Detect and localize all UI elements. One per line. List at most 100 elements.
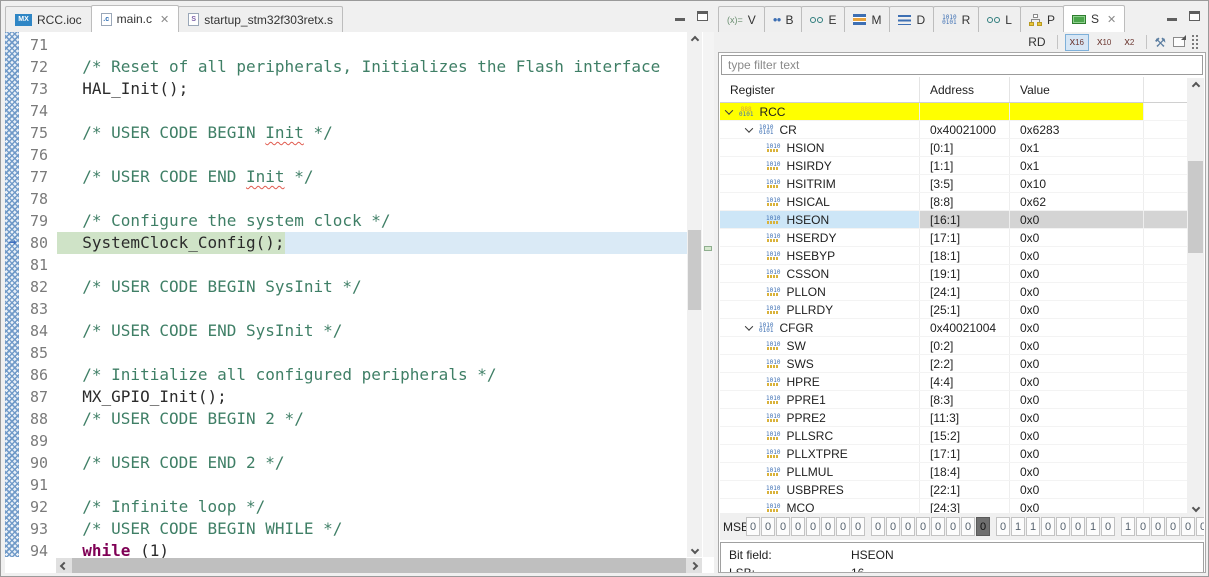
radix-x10-button[interactable]: x10	[1092, 34, 1116, 51]
bit-box[interactable]: 0	[916, 517, 930, 536]
code-line-91[interactable]: 91	[5, 474, 687, 496]
tab-l[interactable]: L	[978, 6, 1021, 32]
current-line-marker[interactable]	[704, 246, 712, 251]
bit-box[interactable]: 0	[946, 517, 960, 536]
sfr-row-CR[interactable]: 10100101CR0x400210000x6283	[720, 121, 1187, 139]
sfr-row-RCC[interactable]: 8880101RCC	[720, 103, 1187, 121]
bit-box[interactable]: 1	[1026, 517, 1040, 536]
sfr-row-HSICAL[interactable]: 1010HSICAL[8:8]0x62	[720, 193, 1187, 211]
bit-box[interactable]: 0	[1136, 517, 1150, 536]
sfr-row-SW[interactable]: 1010SW[0:2]0x0	[720, 337, 1187, 355]
bit-box[interactable]: 0	[1071, 517, 1085, 536]
scrollbar-thumb[interactable]	[688, 230, 701, 310]
code-line-93[interactable]: 93 /* USER CODE BEGIN WHILE */	[5, 518, 687, 540]
line-number[interactable]: 77	[19, 166, 57, 188]
chevron-down-icon[interactable]	[745, 124, 753, 132]
sfr-row-PLLXTPRE[interactable]: 1010PLLXTPRE[17:1]0x0	[720, 445, 1187, 463]
tab-b[interactable]: ●●B	[764, 6, 803, 32]
bit-box[interactable]: 0	[961, 517, 975, 536]
code-line-89[interactable]: 89	[5, 430, 687, 452]
bit-box[interactable]: 0	[821, 517, 835, 536]
line-number[interactable]: 73	[19, 78, 57, 100]
minimize-icon[interactable]	[1167, 12, 1177, 21]
view-menu-icon[interactable]	[1192, 35, 1198, 49]
code-line-80[interactable]: 80 SystemClock_Config();→	[5, 232, 687, 254]
bit-box[interactable]: 1	[1086, 517, 1100, 536]
bit-box[interactable]: 0	[791, 517, 805, 536]
line-number[interactable]: 86	[19, 364, 57, 386]
overview-ruler[interactable]	[703, 32, 714, 557]
bit-box[interactable]: 0	[871, 517, 885, 536]
export-icon[interactable]	[1173, 37, 1185, 47]
line-number[interactable]: 83	[19, 298, 57, 320]
sfr-row-HSITRIM[interactable]: 1010HSITRIM[3:5]0x10	[720, 175, 1187, 193]
bit-box[interactable]: 0	[806, 517, 820, 536]
close-icon[interactable]: ✕	[1107, 13, 1116, 26]
bit-box[interactable]: 0	[776, 517, 790, 536]
tab-rcc.ioc[interactable]: MXRCC.ioc	[5, 6, 92, 32]
line-number[interactable]: 74	[19, 100, 57, 122]
minimize-icon[interactable]	[675, 12, 685, 21]
line-number[interactable]: 93	[19, 518, 57, 540]
tab-s[interactable]: S✕	[1063, 5, 1125, 32]
scroll-right-icon[interactable]	[686, 558, 702, 573]
bit-box[interactable]: 0	[1166, 517, 1180, 536]
sfr-row-PLLMUL[interactable]: 1010PLLMUL[18:4]0x0	[720, 463, 1187, 481]
sfr-row-HSEBYP[interactable]: 1010HSEBYP[18:1]0x0	[720, 247, 1187, 265]
bit-box[interactable]: 0	[931, 517, 945, 536]
code-line-81[interactable]: 81	[5, 254, 687, 276]
line-number[interactable]: 78	[19, 188, 57, 210]
line-number[interactable]: 92	[19, 496, 57, 518]
sfr-row-HSIRDY[interactable]: 1010HSIRDY[1:1]0x1	[720, 157, 1187, 175]
sfr-row-PPRE2[interactable]: 1010PPRE2[11:3]0x0	[720, 409, 1187, 427]
bit-box[interactable]: 1	[1121, 517, 1135, 536]
sfr-row-HSERDY[interactable]: 1010HSERDY[17:1]0x0	[720, 229, 1187, 247]
tab-p[interactable]: P	[1020, 6, 1064, 32]
tab-m[interactable]: M	[844, 6, 890, 32]
column-header-address[interactable]: Address	[920, 77, 1010, 102]
tab-main.c[interactable]: .cmain.c✕	[91, 5, 180, 32]
sfr-row-PLLSRC[interactable]: 1010PLLSRC[15:2]0x0	[720, 427, 1187, 445]
line-number[interactable]: 88	[19, 408, 57, 430]
scroll-down-icon[interactable]	[687, 542, 702, 557]
column-header-value[interactable]: Value	[1010, 77, 1144, 102]
bit-box[interactable]: 0	[886, 517, 900, 536]
line-number[interactable]: 71	[19, 34, 57, 56]
line-number[interactable]: 89	[19, 430, 57, 452]
tab-v[interactable]: (x)=V	[718, 6, 765, 32]
scroll-up-icon[interactable]	[1187, 78, 1204, 93]
code-line-71[interactable]: 71	[5, 34, 687, 56]
bit-box[interactable]: 0	[761, 517, 775, 536]
code-line-86[interactable]: 86 /* Initialize all configured peripher…	[5, 364, 687, 386]
line-number[interactable]: 91	[19, 474, 57, 496]
radix-x16-button[interactable]: x16	[1065, 34, 1089, 51]
line-number[interactable]: 79	[19, 210, 57, 232]
sfr-vertical-scrollbar[interactable]	[1187, 78, 1204, 515]
close-icon[interactable]: ✕	[160, 13, 169, 26]
bit-box[interactable]: 0	[1151, 517, 1165, 536]
tab-d[interactable]: D	[889, 6, 934, 32]
line-number[interactable]: 90	[19, 452, 57, 474]
line-number[interactable]: 76	[19, 144, 57, 166]
line-number[interactable]: 72	[19, 56, 57, 78]
sfr-row-SWS[interactable]: 1010SWS[2:2]0x0	[720, 355, 1187, 373]
sfr-row-PLLON[interactable]: 1010PLLON[24:1]0x0	[720, 283, 1187, 301]
code-line-83[interactable]: 83	[5, 298, 687, 320]
code-line-79[interactable]: 79 /* Configure the system clock */	[5, 210, 687, 232]
code-editor[interactable]: 7172 /* Reset of all peripherals, Initia…	[5, 32, 714, 573]
bit-box[interactable]: 0	[851, 517, 865, 536]
code-line-72[interactable]: 72 /* Reset of all peripherals, Initiali…	[5, 56, 687, 78]
code-line-82[interactable]: 82 /* USER CODE BEGIN SysInit */	[5, 276, 687, 298]
code-line-92[interactable]: 92 /* Infinite loop */	[5, 496, 687, 518]
bit-box[interactable]: 1	[1011, 517, 1025, 536]
bit-box[interactable]: 0	[836, 517, 850, 536]
tab-e[interactable]: E	[801, 6, 845, 32]
code-line-73[interactable]: 73 HAL_Init();	[5, 78, 687, 100]
radix-x2-button[interactable]: x2	[1119, 34, 1139, 51]
line-number[interactable]: 94	[19, 540, 57, 562]
line-number[interactable]: 75	[19, 122, 57, 144]
line-number[interactable]: 81	[19, 254, 57, 276]
bit-box[interactable]: 0	[1041, 517, 1055, 536]
scroll-left-icon[interactable]	[56, 558, 72, 573]
chevron-down-icon[interactable]	[725, 106, 733, 114]
